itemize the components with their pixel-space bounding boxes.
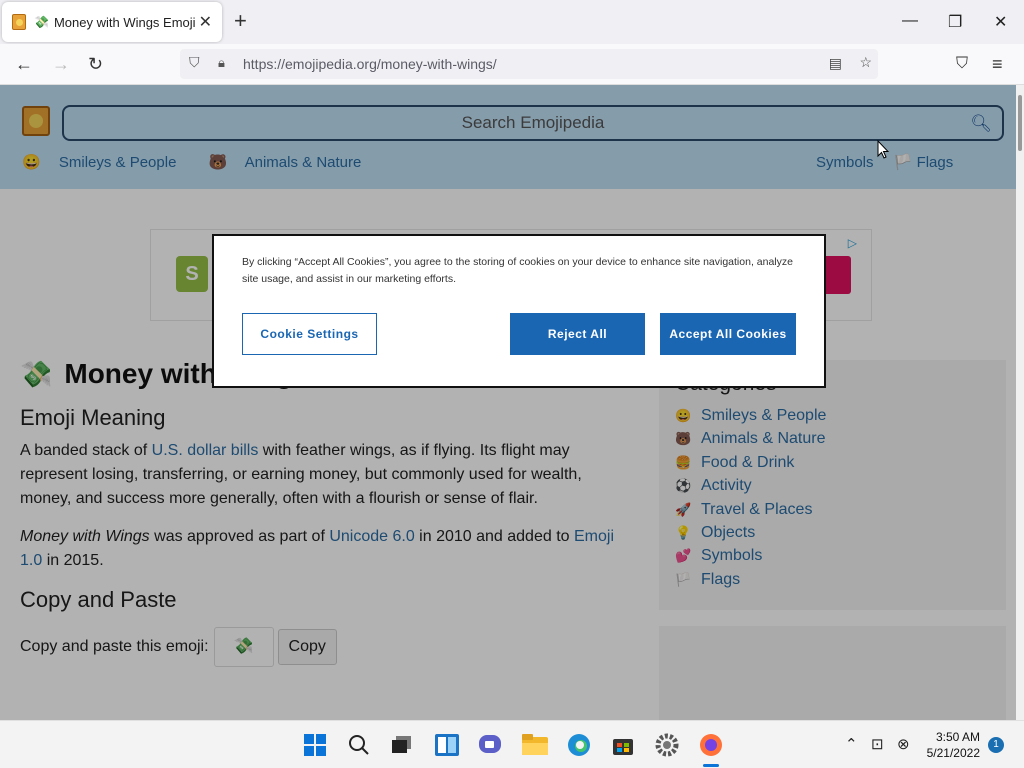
chevron-up-icon[interactable]: ⌃ — [845, 735, 858, 753]
tab-close-icon[interactable]: ✕ — [199, 12, 212, 32]
store-icon[interactable] — [610, 732, 636, 758]
system-clock[interactable]: 3:50 AM 5/21/2022 — [918, 729, 980, 761]
task-view-icon[interactable] — [389, 732, 415, 758]
bookmark-star-icon[interactable]: ☆ — [859, 54, 872, 71]
clock-date: 5/21/2022 — [926, 746, 980, 760]
navigation-bar: ← → ↻ ⛉ 🔒︎ https://emojipedia.org/money-… — [0, 44, 1024, 85]
lock-icon[interactable]: 🔒︎ — [218, 55, 225, 71]
notification-badge[interactable]: 1 — [988, 737, 1004, 753]
back-icon[interactable]: ← — [15, 53, 33, 75]
reader-view-icon[interactable]: ▤ — [829, 55, 842, 72]
taskbar: ⌃ ⊡ ⊗ 3:50 AM 5/21/2022 1 — [0, 720, 1024, 768]
url-text: https://emojipedia.org/money-with-wings/ — [243, 56, 497, 72]
file-explorer-icon[interactable] — [522, 732, 548, 758]
page-content: Search Emojipedia 🔍︎ 😀 Smileys & People … — [0, 85, 1016, 720]
pocket-icon[interactable]: ⛉ — [956, 53, 968, 75]
emojipedia-favicon-icon — [12, 14, 26, 30]
accept-all-cookies-button[interactable]: Accept All Cookies — [660, 313, 796, 355]
tab-title: Money with Wings Emoji — [53, 14, 196, 30]
cookie-text: By clicking “Accept All Cookies”, you ag… — [242, 256, 793, 285]
widgets-icon[interactable] — [434, 732, 460, 758]
clock-time: 3:50 AM — [935, 730, 980, 744]
url-path: /money-with-wings/ — [376, 56, 497, 72]
menu-icon[interactable]: ≡ — [992, 53, 1003, 75]
search-icon[interactable] — [346, 732, 372, 758]
windows-logo-icon — [304, 734, 326, 756]
tab-bar: 💸 Money with Wings Emoji ✕ + — ❐ ✕ — [0, 0, 1024, 44]
chat-icon[interactable] — [478, 732, 504, 758]
url-host: https://emojipedia.org — [243, 56, 377, 72]
mouse-cursor-icon — [877, 140, 889, 159]
window-close-icon[interactable]: ✕ — [994, 12, 1007, 32]
page-scrollbar[interactable] — [1016, 85, 1024, 720]
firefox-icon[interactable] — [698, 732, 724, 758]
new-tab-button[interactable]: + — [234, 10, 247, 32]
cookie-settings-button[interactable]: Cookie Settings — [242, 313, 377, 355]
tab-active[interactable]: 💸 Money with Wings Emoji ✕ — [2, 2, 222, 42]
start-icon[interactable] — [302, 732, 328, 758]
minimize-icon[interactable]: — — [902, 12, 918, 30]
settings-gear-icon[interactable] — [654, 732, 680, 758]
restore-icon[interactable]: ❐ — [948, 12, 962, 32]
reject-all-button[interactable]: Reject All — [510, 313, 645, 355]
forward-icon[interactable]: → — [52, 53, 70, 75]
reload-icon[interactable]: ↻ — [88, 53, 103, 75]
shield-icon[interactable]: ⛉ — [189, 54, 200, 71]
edge-icon[interactable] — [566, 732, 592, 758]
modal-overlay — [0, 85, 1016, 720]
active-app-indicator — [703, 764, 719, 767]
network-icon[interactable]: ⊡ — [871, 735, 884, 753]
address-bar[interactable]: ⛉ 🔒︎ https://emojipedia.org/money-with-w… — [180, 49, 878, 79]
scrollbar-thumb[interactable] — [1018, 95, 1022, 151]
tab-emoji-icon: 💸 — [34, 15, 49, 29]
cookie-consent-dialog: By clicking “Accept All Cookies”, you ag… — [212, 234, 826, 388]
volume-muted-icon[interactable]: ⊗ — [897, 735, 910, 753]
